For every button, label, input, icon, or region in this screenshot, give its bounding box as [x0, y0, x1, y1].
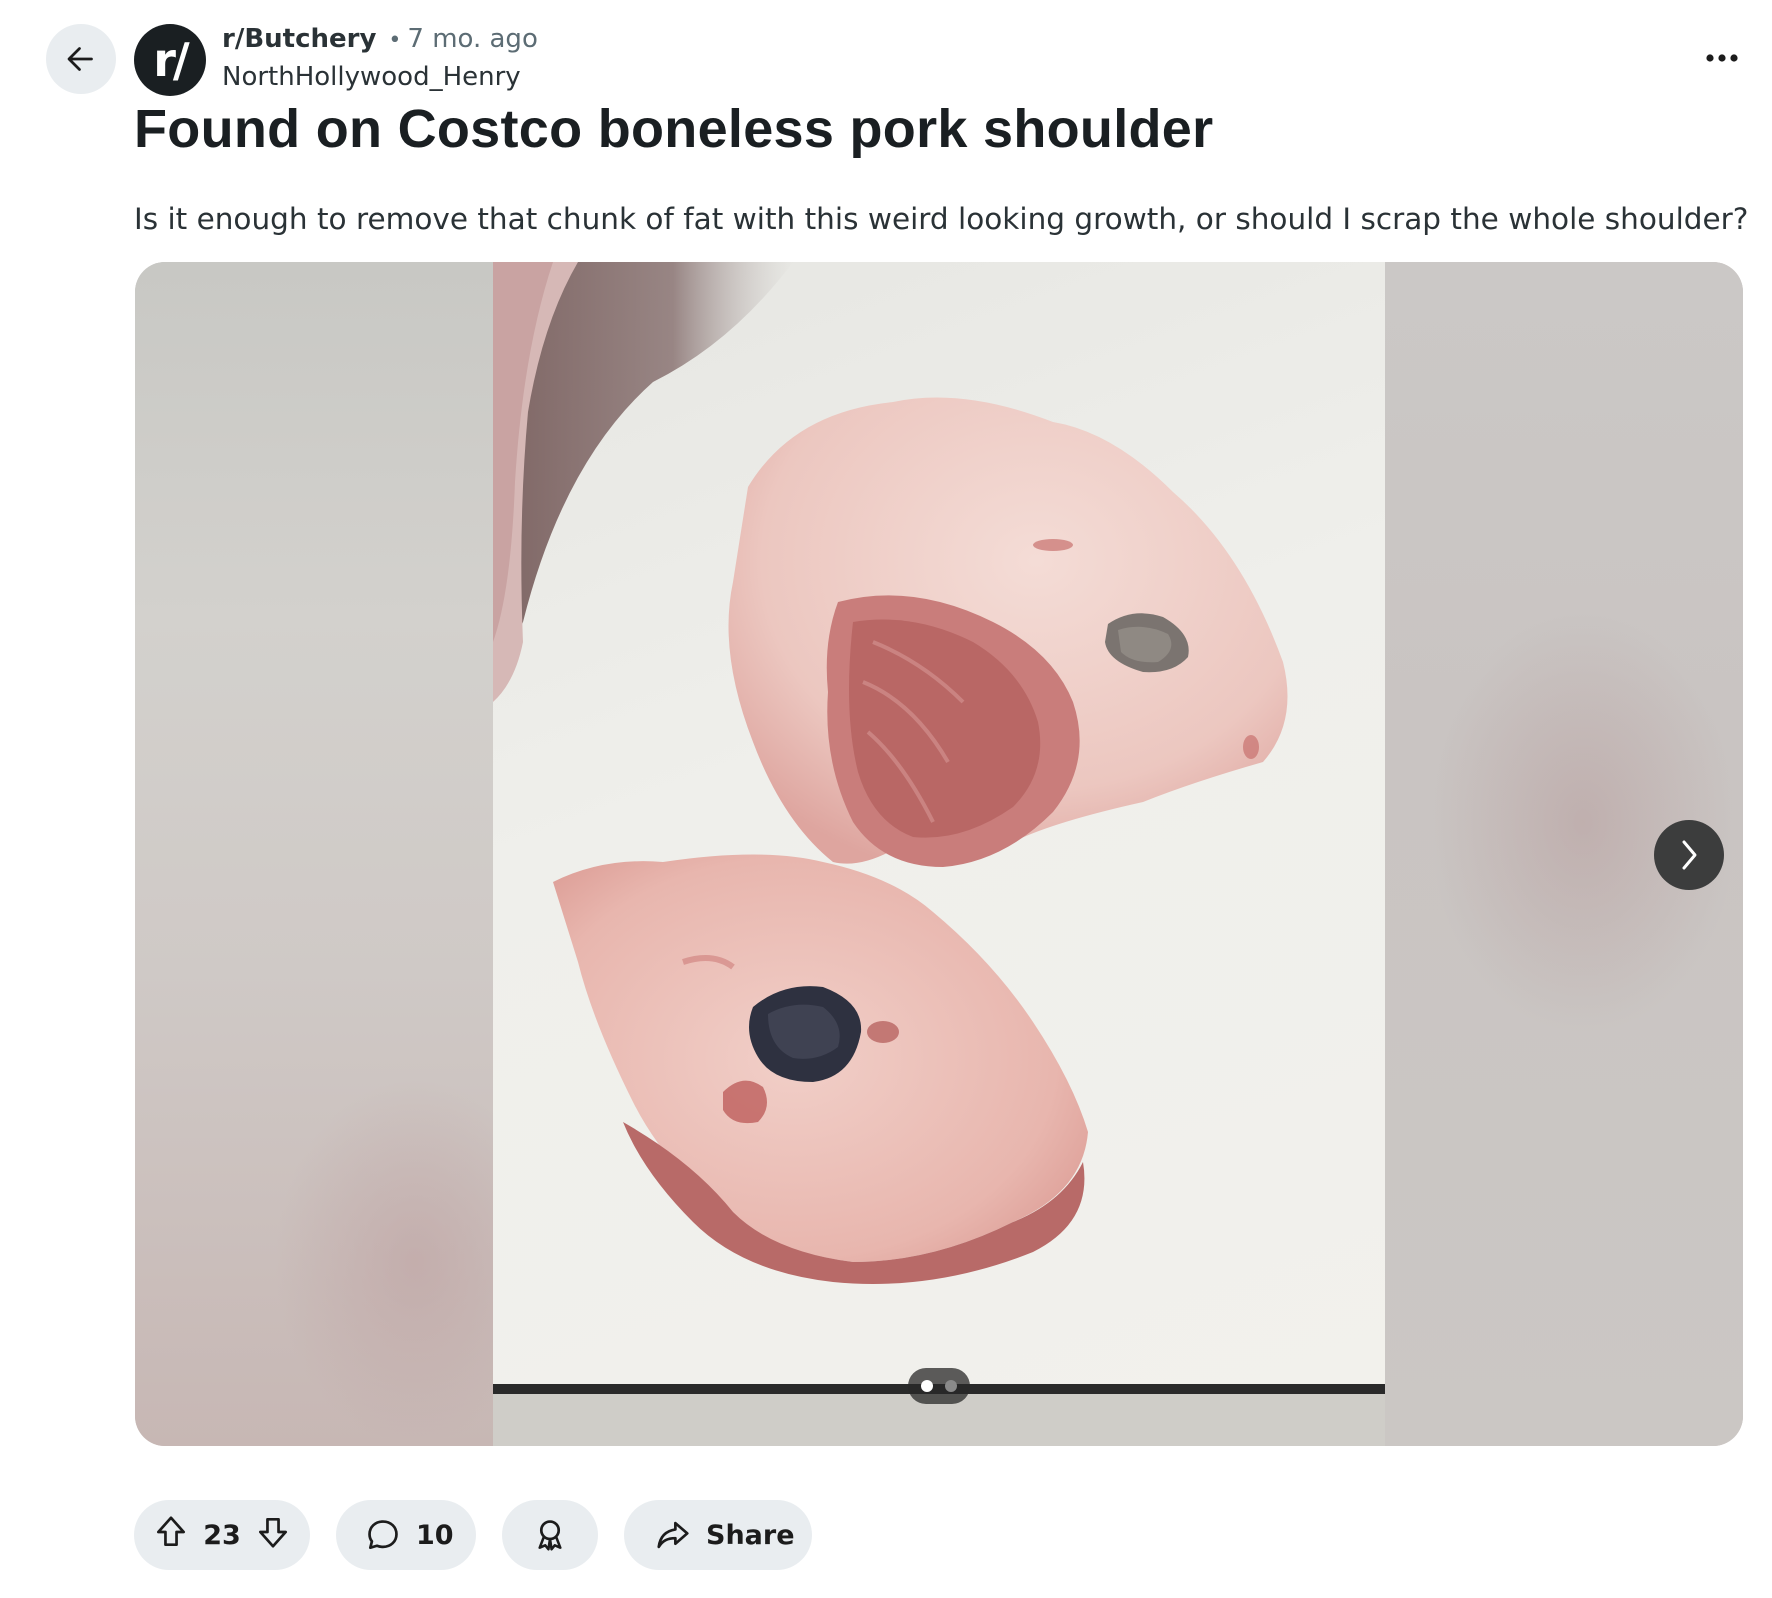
downvote-button[interactable] [254, 1513, 292, 1558]
media-gallery[interactable] [135, 262, 1743, 1446]
vote-score: 23 [203, 1519, 241, 1551]
post-title[interactable]: Found on Costco boneless pork shoulder [134, 98, 1213, 160]
post-meta: r/Butchery • 7 mo. ago [222, 24, 538, 54]
post-age: 7 mo. ago [407, 24, 538, 54]
comment-count: 10 [416, 1519, 454, 1551]
chevron-right-icon [1682, 840, 1697, 870]
author-link[interactable]: NorthHollywood_Henry [222, 62, 521, 92]
post-image[interactable] [493, 262, 1385, 1446]
pork-shoulder-photo [493, 262, 1385, 1446]
share-icon [657, 1521, 689, 1549]
subreddit-avatar-text: r/ [153, 33, 189, 87]
subreddit-avatar[interactable]: r/ [134, 24, 206, 96]
upvote-button[interactable] [152, 1513, 190, 1558]
share-button[interactable]: Share [624, 1500, 812, 1570]
gallery-pagination [908, 1368, 970, 1404]
more-horizontal-icon [1706, 54, 1738, 62]
gallery-next-button[interactable] [1654, 820, 1724, 890]
vote-group: 23 [134, 1500, 310, 1570]
arrow-left-icon [67, 47, 93, 71]
award-button[interactable] [502, 1500, 598, 1570]
share-label: Share [706, 1519, 795, 1551]
comment-icon [368, 1520, 398, 1550]
gallery-blur-left [135, 262, 495, 1446]
gallery-dot[interactable] [945, 1380, 957, 1392]
more-options-button[interactable] [1700, 40, 1744, 76]
post-body: Is it enough to remove that chunk of fat… [134, 202, 1749, 236]
comments-button[interactable]: 10 [336, 1500, 476, 1570]
downvote-icon [258, 1517, 287, 1548]
back-button[interactable] [46, 24, 116, 94]
subreddit-link[interactable]: r/Butchery [222, 24, 376, 54]
award-icon [538, 1520, 562, 1551]
post-actions: 23 10 Share [134, 1500, 812, 1570]
gallery-dot-active[interactable] [921, 1380, 933, 1392]
meta-separator: • [388, 28, 402, 53]
upvote-icon [156, 1515, 186, 1546]
